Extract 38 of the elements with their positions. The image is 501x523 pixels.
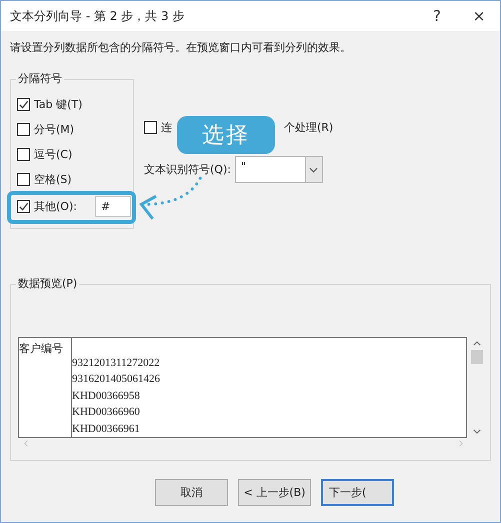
checkbox[interactable] xyxy=(17,148,30,161)
scrollbar-thumb[interactable] xyxy=(471,350,484,364)
dialog-button[interactable]: 取消 xyxy=(155,479,228,506)
table-cell-text: 9321201311272022 xyxy=(72,356,160,370)
dialog-button[interactable]: < 上一步(B) xyxy=(238,479,311,506)
close-button[interactable]: × xyxy=(458,2,500,30)
instruction-text: 请设置分列数据所包含的分隔符号。在预览窗口内可看到分列的效果。 xyxy=(10,40,352,55)
checkbox-label: 分号(M) xyxy=(34,122,74,137)
checkbox-label: 逗号(C) xyxy=(34,147,72,162)
checkmark-icon xyxy=(18,99,29,110)
checkbox[interactable] xyxy=(144,121,157,134)
table-cell-text: KHD00366960 xyxy=(72,405,141,420)
dialog-button[interactable]: 下一步( xyxy=(321,479,394,506)
table-cell-text: KHD00366958 xyxy=(72,388,141,404)
checkbox[interactable] xyxy=(17,200,30,213)
chevron-down-icon[interactable] xyxy=(473,429,482,434)
table-cell-text: KHD00366961 xyxy=(72,422,141,436)
callout-tooltip: 选择 xyxy=(177,116,275,154)
checkbox-label: 空格(S) xyxy=(34,172,72,187)
dropdown[interactable]: " xyxy=(234,156,323,183)
checkbox-label: 其他(O): xyxy=(34,199,77,214)
group-title: 分隔符号 xyxy=(16,71,64,86)
field-label: 文本识别符号(Q): xyxy=(144,162,231,177)
window-title: 文本分列向导 - 第 2 步，共 3 步 xyxy=(10,8,184,24)
group-title: 数据预览(P) xyxy=(16,276,80,291)
checkbox[interactable] xyxy=(17,173,30,186)
input-field[interactable]: # xyxy=(94,196,131,217)
checkbox-label: 连 xyxy=(161,120,172,135)
help-button[interactable]: ? xyxy=(416,2,458,30)
checkbox[interactable] xyxy=(17,123,30,136)
chevron-down-icon[interactable] xyxy=(304,157,322,182)
checkbox-label: 个处理(R) xyxy=(284,120,334,135)
checkbox-label: Tab 键(T) xyxy=(34,97,82,112)
checkbox[interactable] xyxy=(17,98,30,111)
table-cell-text: 客户编号 xyxy=(19,341,64,357)
chevron-up-icon[interactable] xyxy=(473,341,482,346)
table-cell-text: 9316201405061426 xyxy=(72,372,160,387)
checkmark-icon xyxy=(18,201,29,212)
